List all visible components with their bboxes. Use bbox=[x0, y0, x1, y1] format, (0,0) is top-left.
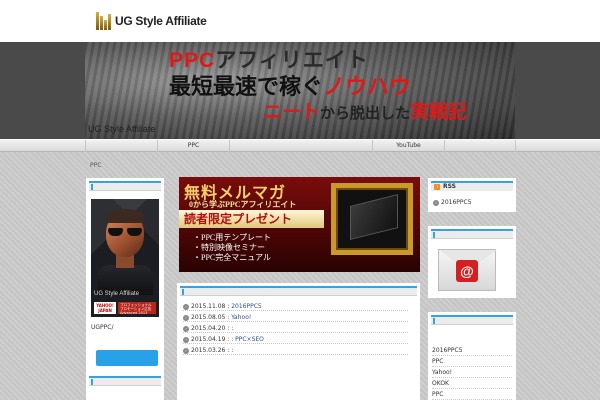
category-item[interactable]: Yahoo! bbox=[432, 369, 512, 378]
yahoo-badge: YAHOO! JAPAN bbox=[94, 302, 116, 314]
nav-item-youtube[interactable]: YouTube bbox=[372, 140, 444, 152]
nav-item-ppc[interactable]: PPC bbox=[157, 140, 229, 152]
post-row[interactable]: › 2015.08.05 : Yahoo! bbox=[183, 313, 408, 322]
mailmag-list-item: ・特別映像セミナー bbox=[193, 243, 265, 252]
profile-widget-title bbox=[89, 181, 161, 191]
nav-item-5[interactable] bbox=[444, 140, 516, 152]
global-nav: PPC YouTube bbox=[0, 139, 600, 152]
profile-label[interactable]: UGPPC/ bbox=[91, 324, 114, 331]
post-row[interactable]: › 2015.04.19 : : PPC×SEO bbox=[183, 335, 408, 344]
pro-badge: プロフェッショナル プロモーション広告 Advanced 2013 bbox=[118, 302, 156, 315]
post-row[interactable]: › 2015.11.08 : 2016PPC5 bbox=[183, 302, 408, 311]
arrow-bullet-icon: › bbox=[183, 303, 189, 310]
category-item[interactable]: PPC bbox=[432, 358, 512, 367]
mail-widget-title bbox=[431, 229, 513, 239]
header-bar: UG Style Affiliate bbox=[0, 0, 600, 42]
arrow-bullet-icon: › bbox=[183, 336, 189, 343]
rss-item[interactable]: › 2016PPC5 bbox=[433, 199, 472, 206]
nav-item-3[interactable] bbox=[229, 140, 372, 152]
category-item[interactable]: OKOK bbox=[432, 380, 512, 389]
rss-widget: ) RSS › 2016PPC5 bbox=[428, 178, 516, 212]
mail-widget: @ bbox=[428, 226, 516, 298]
category-widget-title bbox=[431, 315, 513, 325]
main-column: 無料メルマガ 0から学ぶPPCアフィリエイト 読者限定プレゼント ・PPC用テン… bbox=[177, 177, 420, 400]
profile-avatar[interactable]: UG Style Affiliate YAHOO! JAPAN プロフェッショナ… bbox=[91, 199, 159, 317]
banner-area: PPCアフィリエイト 最短最速で稼ぐノウハウ ニートから脱出した実戦記 UG S… bbox=[0, 42, 600, 139]
gold-frame-image bbox=[331, 183, 413, 255]
logo-text: UG Style Affiliate bbox=[115, 14, 207, 28]
sunglasses-icon bbox=[108, 228, 142, 236]
left-sidebar: UG Style Affiliate YAHOO! JAPAN プロフェッショナ… bbox=[86, 178, 164, 400]
arrow-bullet-icon: › bbox=[183, 347, 189, 354]
left-widget-2 bbox=[86, 373, 164, 389]
recent-posts-widget: › 2015.11.08 : 2016PPC5 › 2015.08.05 : Yah… bbox=[177, 283, 420, 400]
mailmag-banner[interactable]: 無料メルマガ 0から学ぶPPCアフィリエイト 読者限定プレゼント ・PPC用テン… bbox=[179, 177, 420, 272]
mailmag-list-item: ・PPC用テンプレート bbox=[193, 233, 271, 242]
category-item[interactable]: PPC bbox=[432, 391, 512, 400]
category-widget: 2016PPC5 PPC Yahoo! OKOK PPC bbox=[428, 312, 516, 400]
mailmag-subtitle: 0から学ぶPPCアフィリエイト bbox=[189, 200, 297, 209]
site-logo[interactable]: UG Style Affiliate bbox=[96, 12, 207, 30]
nav-item-1[interactable] bbox=[85, 140, 157, 152]
mailmag-list-item: ・PPC完全マニュアル bbox=[193, 253, 271, 262]
book-icon bbox=[350, 194, 398, 240]
arrow-bullet-icon: › bbox=[433, 199, 439, 206]
header-banner[interactable]: PPCアフィリエイト 最短最速で稼ぐノウハウ ニートから脱出した実戦記 UG S… bbox=[85, 42, 515, 139]
avatar-name-text: UG Style Affiliate bbox=[94, 291, 139, 297]
rss-icon[interactable]: ) bbox=[434, 184, 440, 190]
arrow-bullet-icon: › bbox=[183, 325, 189, 332]
profile-blue-button[interactable] bbox=[96, 350, 158, 366]
rss-label[interactable]: RSS bbox=[443, 183, 456, 191]
post-row[interactable]: › 2015.03.26 : : bbox=[183, 346, 408, 355]
envelope-icon[interactable]: @ bbox=[438, 249, 497, 291]
logo-bars-icon bbox=[96, 12, 112, 30]
right-sidebar: ) RSS › 2016PPC5 @ 2016PPC5 PPC Yahoo! OK… bbox=[428, 178, 516, 400]
left-widget-2-title bbox=[89, 376, 161, 386]
breadcrumb[interactable]: PPC bbox=[90, 162, 101, 169]
post-row[interactable]: › 2015.04.20 : : bbox=[183, 324, 408, 333]
banner-headline-3: ニートから脱出した実戦記 bbox=[263, 102, 468, 123]
banner-subtitle: UG Style Affiliate bbox=[88, 124, 156, 134]
at-sign-icon: @ bbox=[456, 260, 478, 282]
recent-posts-title bbox=[180, 286, 417, 296]
category-item[interactable]: 2016PPC5 bbox=[432, 347, 512, 356]
arrow-bullet-icon: › bbox=[183, 314, 189, 321]
mailmag-list: ・PPC用テンプレート ・特別映像セミナー ・PPC完全マニュアル bbox=[193, 233, 271, 263]
mailmag-band: 読者限定プレゼント bbox=[179, 210, 324, 228]
rss-widget-title: ) RSS bbox=[431, 181, 513, 191]
